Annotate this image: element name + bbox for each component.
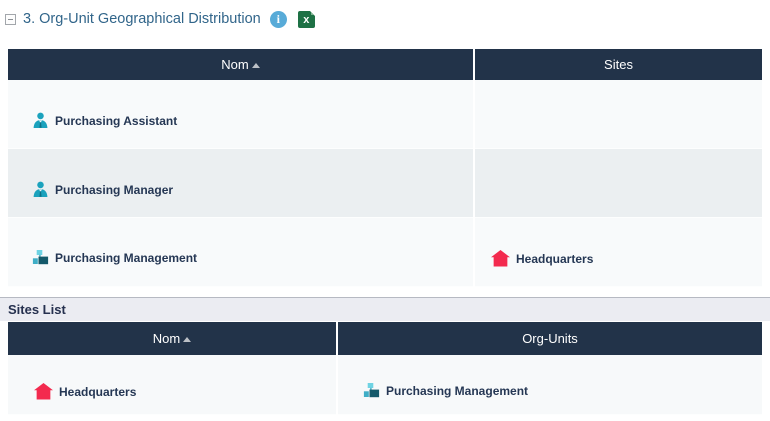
column-header-org-units-label: Org-Units — [522, 331, 578, 346]
orgunit-table-head: Nom Sites — [8, 49, 762, 80]
sort-ascending-icon — [252, 63, 260, 68]
orgunit-table: Nom Sites Purchasing Assistant Purchasin… — [8, 49, 762, 287]
cell-org-units: Purchasing Management — [337, 355, 762, 415]
column-header-org-units[interactable]: Org-Units — [337, 322, 762, 355]
org-unit-name: Purchasing Management — [386, 384, 528, 398]
excel-fold-corner — [310, 11, 315, 16]
sites-list-title: Sites List — [0, 302, 66, 317]
sites-list-table: Nom Org-Units Headquarters Purchasing Ma… — [8, 322, 762, 415]
org-unit-name: Purchasing Management — [55, 251, 197, 265]
site-icon — [34, 383, 53, 400]
cell-nom: Purchasing Management — [8, 218, 474, 287]
table-row: Purchasing Management Headquarters — [8, 218, 762, 287]
orgunit-table-header-row: Nom Sites — [8, 49, 762, 80]
person-icon — [32, 112, 49, 129]
column-header-sites-label: Sites — [604, 57, 633, 72]
column-header-nom[interactable]: Nom — [8, 49, 474, 80]
excel-export-icon[interactable]: x — [298, 11, 315, 28]
collapse-icon[interactable] — [5, 14, 16, 25]
cell-sites — [474, 80, 762, 149]
site-icon — [491, 250, 510, 267]
info-icon[interactable]: i — [270, 11, 287, 28]
section-header: 3. Org-Unit Geographical Distribution i … — [5, 8, 315, 30]
org-unit-name: Purchasing Assistant — [55, 114, 177, 128]
excel-letter: x — [303, 15, 309, 26]
table-row: Headquarters Purchasing Management — [8, 355, 762, 415]
cell-sites: Headquarters — [474, 218, 762, 287]
table-row: Purchasing Manager — [8, 149, 762, 218]
column-header-nom-label: Nom — [153, 331, 180, 346]
column-header-nom-label: Nom — [221, 57, 248, 72]
table-row: Purchasing Assistant — [8, 80, 762, 149]
cell-nom: Headquarters — [8, 355, 337, 415]
cell-sites — [474, 149, 762, 218]
org-unit-icon — [363, 383, 380, 398]
cell-nom: Purchasing Manager — [8, 149, 474, 218]
column-header-nom[interactable]: Nom — [8, 322, 337, 355]
sites-list-header-row: Nom Org-Units — [8, 322, 762, 355]
site-name: Headquarters — [59, 385, 136, 399]
site-name: Headquarters — [516, 252, 593, 266]
column-header-sites[interactable]: Sites — [474, 49, 762, 80]
cell-nom: Purchasing Assistant — [8, 80, 474, 149]
sites-list-table-head: Nom Org-Units — [8, 322, 762, 355]
sites-list-section-bar: Sites List — [0, 297, 770, 321]
org-unit-icon — [32, 250, 49, 265]
person-icon — [32, 181, 49, 198]
org-unit-name: Purchasing Manager — [55, 183, 173, 197]
sort-ascending-icon — [183, 337, 191, 342]
section-title: 3. Org-Unit Geographical Distribution — [23, 11, 261, 27]
